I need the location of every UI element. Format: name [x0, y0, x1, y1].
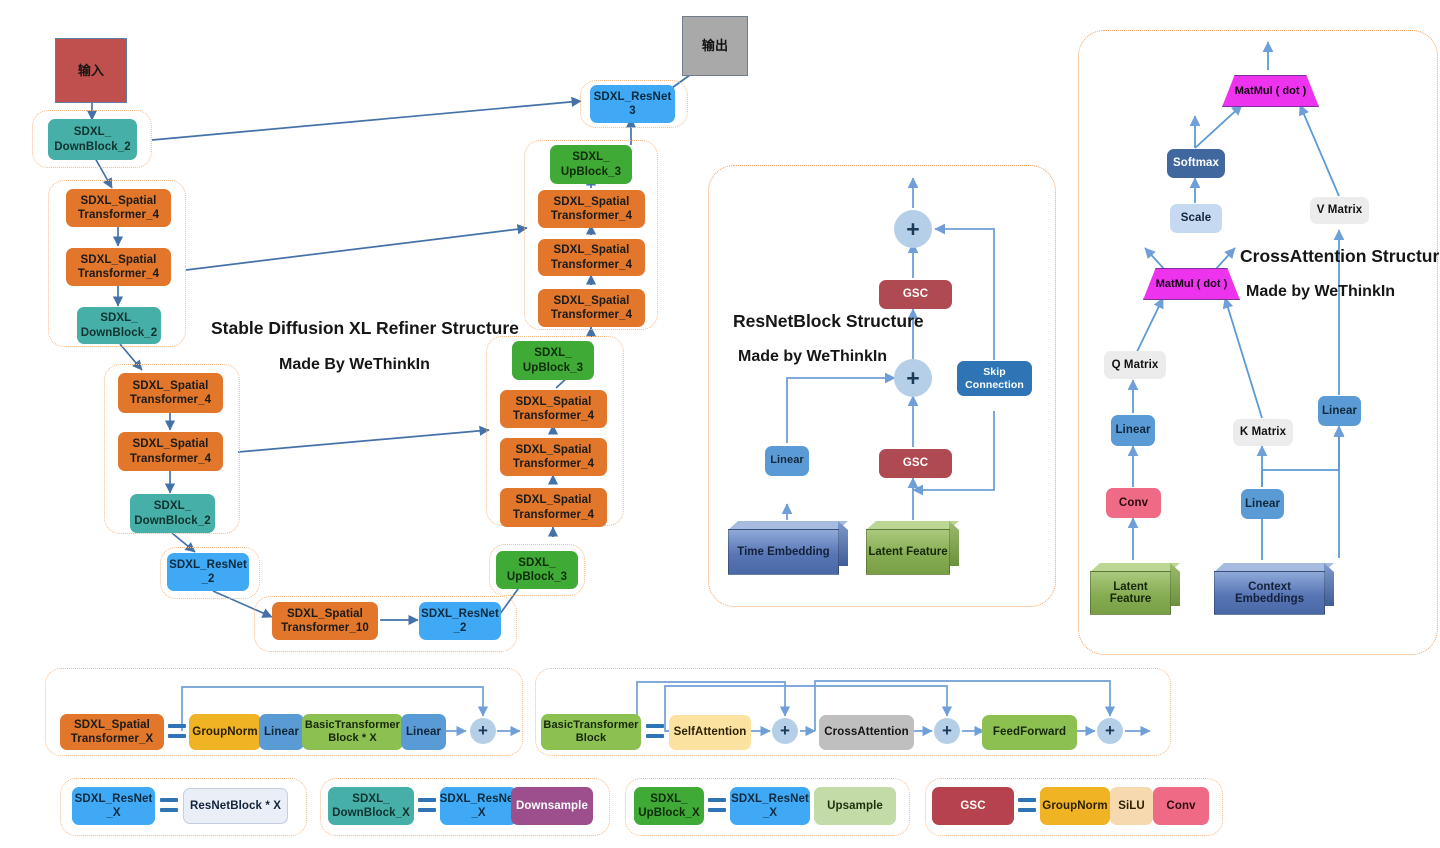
node-matmul-dot-bottom[interactable]: MatMul ( dot ) [1143, 268, 1240, 300]
legend-downsample: Downsample [511, 787, 593, 825]
box-side-face [1170, 563, 1180, 606]
legend-downblock-resnet: SDXL_ResNet _X [440, 787, 517, 825]
node-up-spatial-transformer-4-a[interactable]: SDXL_Spatial Transformer_4 [538, 190, 645, 228]
page-subtitle: Made By WeThinkIn [279, 356, 430, 373]
node-scale[interactable]: Scale [1170, 204, 1222, 233]
equals-sign-basic-transformer [646, 724, 664, 738]
resnet-panel-title: ResNetBlock Structure [733, 311, 924, 331]
resnet-panel-subtitle: Made by WeThinkIn [738, 348, 888, 365]
legend-selfattention: SelfAttention [669, 715, 751, 750]
legend-gsc-conv: Conv [1153, 787, 1209, 825]
crossattn-panel-subtitle: Made by WeThinkIn [1246, 283, 1396, 300]
node-context-embeddings[interactable]: Context Embeddings [1214, 563, 1334, 615]
equals-sign-spatial-transformer [168, 724, 186, 738]
crossattn-panel-title: CrossAttention Structure [1240, 246, 1440, 266]
legend-linear-out: Linear [401, 714, 446, 750]
node-sdxl-resnet-3[interactable]: SDXL_ResNet 3 [590, 85, 675, 123]
legend-linear-in: Linear [259, 714, 304, 750]
node-skip-connection[interactable]: Skip Connection [957, 361, 1032, 396]
node-sdxl-upblock-3-a[interactable]: SDXL_ UpBlock_3 [550, 145, 632, 184]
node-gsc-lower[interactable]: GSC [879, 449, 952, 478]
node-sdxl-spatial-transformer-4-c[interactable]: SDXL_Spatial Transformer_4 [118, 373, 223, 413]
node-sdxl-spatial-transformer-4-b[interactable]: SDXL_Spatial Transformer_4 [66, 248, 171, 286]
node-softmax[interactable]: Softmax [1167, 149, 1225, 178]
node-time-embedding[interactable]: Time Embedding [728, 521, 848, 575]
legend-gsc-silu: SiLU [1110, 787, 1153, 825]
node-matmul-dot-top[interactable]: MatMul ( dot ) [1222, 75, 1319, 107]
node-up-spatial-transformer-4-e[interactable]: SDXL_Spatial Transformer_4 [500, 438, 607, 476]
node-latent-feature-resnet[interactable]: Latent Feature [866, 521, 959, 575]
node-up-spatial-transformer-4-c[interactable]: SDXL_Spatial Transformer_4 [538, 289, 645, 327]
legend-feedforward: FeedForward [982, 715, 1077, 750]
equals-sign-resnet [160, 798, 178, 812]
diagram-canvas: 输入 输出 SDXL_ DownBlock_2 SDXL_Spatial Tra… [0, 0, 1440, 848]
node-k-matrix[interactable]: K Matrix [1233, 419, 1293, 446]
node-linear-v[interactable]: Linear [1318, 396, 1361, 426]
legend-add-spatial-transformer: + [470, 718, 496, 744]
legend-crossattention: CrossAttention [819, 715, 914, 750]
node-q-matrix[interactable]: Q Matrix [1104, 351, 1166, 379]
node-sdxl-upblock-3-b[interactable]: SDXL_ UpBlock_3 [512, 341, 594, 380]
node-sdxl-downblock-2-a[interactable]: SDXL_ DownBlock_2 [48, 119, 137, 160]
legend-basic-transformer-lhs: BasicTransformer Block [541, 714, 641, 750]
node-up-spatial-transformer-4-f[interactable]: SDXL_Spatial Transformer_4 [500, 488, 607, 527]
node-up-spatial-transformer-4-d[interactable]: SDXL_Spatial Transformer_4 [500, 390, 607, 428]
node-sdxl-spatial-transformer-4-d[interactable]: SDXL_Spatial Transformer_4 [118, 432, 223, 471]
node-sdxl-spatial-transformer-10[interactable]: SDXL_Spatial Transformer_10 [272, 602, 378, 640]
node-sdxl-resnet-2-b[interactable]: SDXL_ResNet _2 [419, 602, 501, 640]
add-node-resnet-upper[interactable]: + [894, 210, 932, 248]
node-v-matrix[interactable]: V Matrix [1310, 197, 1369, 224]
legend-groupnorm: GroupNorm [189, 714, 261, 750]
legend-spatial-transformer-lhs: SDXL_Spatial Transformer_X [60, 714, 164, 750]
legend-downblock-lhs: SDXL_ DownBlock_X [328, 787, 414, 825]
legend-gsc-groupnorm: GroupNorm [1040, 787, 1110, 825]
legend-add-crossattention: + [934, 718, 960, 744]
node-latent-feature-crossattn[interactable]: Latent Feature [1090, 563, 1180, 615]
node-sdxl-downblock-2-b[interactable]: SDXL_ DownBlock_2 [77, 307, 161, 344]
legend-gsc-lhs: GSC [932, 787, 1014, 825]
node-conv-crossattn[interactable]: Conv [1106, 488, 1161, 518]
box-side-face [838, 521, 848, 566]
node-linear-time-embedding[interactable]: Linear [765, 446, 809, 476]
node-linear-q[interactable]: Linear [1111, 415, 1155, 446]
node-sdxl-upblock-3-c[interactable]: SDXL_ UpBlock_3 [496, 551, 578, 589]
legend-upblock-resnet: SDXL_ResNet _X [730, 787, 810, 825]
input-node: 输入 [55, 38, 127, 103]
equals-sign-upblock [708, 798, 726, 812]
node-gsc-upper[interactable]: GSC [879, 280, 952, 309]
equals-sign-downblock [418, 798, 436, 812]
add-node-resnet-lower[interactable]: + [894, 359, 932, 397]
node-up-spatial-transformer-4-b[interactable]: SDXL_Spatial Transformer_4 [538, 239, 645, 276]
legend-upsample: Upsample [814, 787, 896, 825]
page-title: Stable Diffusion XL Refiner Structure [211, 318, 519, 338]
frame-crossattention-panel [1078, 30, 1438, 655]
equals-sign-gsc [1018, 798, 1036, 812]
box-side-face [1324, 563, 1334, 606]
node-linear-k[interactable]: Linear [1241, 489, 1284, 519]
node-sdxl-spatial-transformer-4-a[interactable]: SDXL_Spatial Transformer_4 [66, 189, 171, 227]
legend-resnet-lhs: SDXL_ResNet _X [72, 787, 155, 825]
box-side-face [949, 521, 959, 566]
legend-upblock-lhs: SDXL_ UpBlock_X [634, 787, 704, 825]
legend-add-feedforward: + [1097, 718, 1123, 744]
node-sdxl-resnet-2-a[interactable]: SDXL_ResNet _2 [167, 553, 249, 591]
legend-resnetblock-x: ResNetBlock * X [183, 788, 288, 824]
legend-add-selfattention: + [772, 718, 798, 744]
output-node: 输出 [682, 16, 748, 76]
node-sdxl-downblock-2-c[interactable]: SDXL_ DownBlock_2 [130, 494, 215, 533]
legend-basic-transformer-block-x: BasicTransformer Block * X [302, 714, 403, 750]
